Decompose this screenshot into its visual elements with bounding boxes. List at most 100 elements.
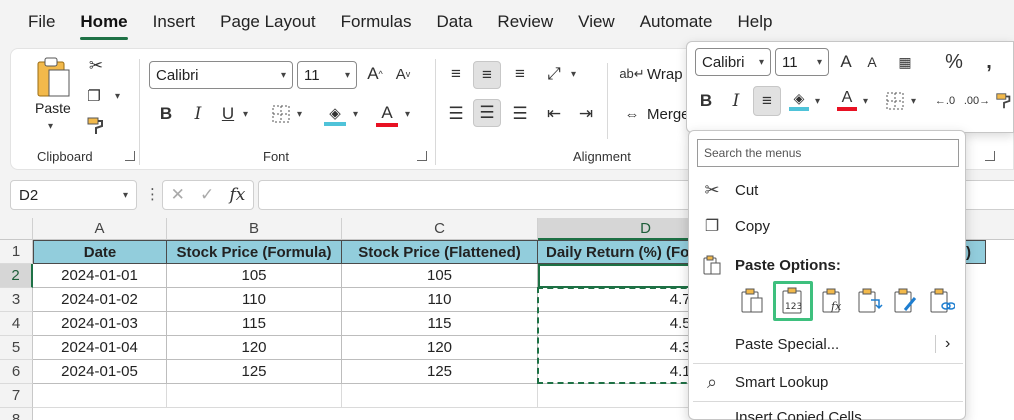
- font-color-icon[interactable]: A: [375, 101, 399, 129]
- mini-bold-button[interactable]: B: [695, 88, 717, 114]
- paste-button[interactable]: [31, 55, 77, 101]
- paste-dropdown-icon[interactable]: ▾: [48, 121, 53, 132]
- menu-item-cut[interactable]: ✂ Cut: [689, 175, 967, 205]
- table-cell[interactable]: 125: [342, 360, 538, 384]
- table-cell[interactable]: [33, 384, 167, 408]
- tab-data[interactable]: Data: [437, 12, 473, 36]
- column-header-b[interactable]: B: [167, 218, 342, 240]
- table-cell[interactable]: 2024-01-03: [33, 312, 167, 336]
- table-cell[interactable]: 120: [167, 336, 342, 360]
- table-cell[interactable]: 2024-01-01: [33, 264, 167, 288]
- mini-borders-dropdown-icon[interactable]: ▾: [911, 96, 916, 107]
- column-header-a[interactable]: A: [33, 218, 167, 240]
- header-cell-stock-flattened[interactable]: Stock Price (Flattened): [342, 240, 538, 264]
- menu-item-smart-lookup[interactable]: ⌕ Smart Lookup: [689, 367, 967, 397]
- header-cell-overflow[interactable]: ): [964, 240, 986, 264]
- increase-indent-icon[interactable]: ⇥: [573, 101, 599, 127]
- insert-function-button[interactable]: fx: [230, 185, 246, 205]
- table-cell[interactable]: 2024-01-05: [33, 360, 167, 384]
- mini-decrease-font-icon[interactable]: A: [861, 50, 883, 74]
- increase-font-icon[interactable]: A ^: [363, 61, 387, 87]
- tab-view[interactable]: View: [578, 12, 615, 36]
- menu-item-paste-special[interactable]: Paste Special... ›: [689, 329, 967, 359]
- column-header-c[interactable]: C: [342, 218, 538, 240]
- more-vertical-icon[interactable]: ⋮: [145, 185, 160, 203]
- cancel-icon[interactable]: ✕: [171, 185, 185, 205]
- paste-default-icon[interactable]: [737, 286, 767, 316]
- tab-review[interactable]: Review: [497, 12, 553, 36]
- menu-item-insert-copied-cells[interactable]: Insert Copied Cells: [689, 405, 967, 420]
- font-launcher-icon[interactable]: [417, 151, 427, 161]
- tab-home[interactable]: Home: [80, 12, 128, 40]
- font-name-combo[interactable]: Calibri ▾: [149, 61, 293, 89]
- mini-borders-icon[interactable]: [883, 88, 907, 114]
- table-cell[interactable]: 120: [342, 336, 538, 360]
- row-header-4[interactable]: 4: [0, 312, 33, 336]
- tab-automate[interactable]: Automate: [640, 12, 713, 36]
- mini-italic-button[interactable]: I: [725, 88, 747, 114]
- mini-increase-font-icon[interactable]: A: [835, 50, 857, 74]
- align-right-icon[interactable]: ☰: [507, 101, 533, 127]
- paste-link-icon[interactable]: [927, 286, 957, 316]
- table-cell[interactable]: 110: [167, 288, 342, 312]
- borders-icon[interactable]: [269, 101, 293, 127]
- table-cell[interactable]: 105: [167, 264, 342, 288]
- copy-dropdown-icon[interactable]: ▾: [115, 91, 120, 102]
- table-cell[interactable]: [167, 384, 342, 408]
- row-header-1[interactable]: 1: [0, 240, 33, 264]
- tab-insert[interactable]: Insert: [153, 12, 196, 36]
- align-left-icon[interactable]: ☰: [443, 101, 469, 127]
- mini-fill-color-icon[interactable]: ◈: [787, 86, 811, 114]
- header-cell-date[interactable]: Date: [33, 240, 167, 264]
- paste-transpose-icon[interactable]: [855, 286, 885, 316]
- row-header-3[interactable]: 3: [0, 288, 33, 312]
- tab-help[interactable]: Help: [737, 12, 772, 36]
- number-launcher-icon[interactable]: [985, 151, 995, 161]
- decrease-font-icon[interactable]: Av: [391, 61, 415, 87]
- table-cell[interactable]: 2024-01-04: [33, 336, 167, 360]
- underline-dropdown-icon[interactable]: ▾: [243, 109, 248, 120]
- mini-font-size-combo[interactable]: 11 ▾: [775, 48, 829, 76]
- wrap-text-icon[interactable]: ab↵: [619, 63, 644, 85]
- top-align-icon[interactable]: ≡: [443, 61, 469, 87]
- bottom-align-icon[interactable]: ≡: [507, 61, 533, 87]
- fill-color-icon[interactable]: ◈: [323, 101, 347, 129]
- table-cell[interactable]: 105: [342, 264, 538, 288]
- menu-item-copy[interactable]: ❐ Copy: [689, 211, 967, 241]
- tab-file[interactable]: File: [28, 12, 55, 36]
- table-cell[interactable]: [342, 384, 538, 408]
- middle-align-icon[interactable]: ≡: [473, 61, 501, 89]
- mini-font-name-combo[interactable]: Calibri ▾: [695, 48, 771, 76]
- table-cell[interactable]: 110: [342, 288, 538, 312]
- mini-font-color-icon[interactable]: A: [835, 86, 859, 114]
- paste-values-icon[interactable]: 123: [773, 281, 813, 321]
- orientation-icon[interactable]: ⤢: [541, 61, 567, 87]
- table-cell[interactable]: 125: [167, 360, 342, 384]
- menu-search-input[interactable]: Search the menus: [697, 139, 959, 167]
- decrease-indent-icon[interactable]: ⇤: [541, 101, 567, 127]
- align-center-icon[interactable]: ☰: [473, 99, 501, 127]
- clipboard-launcher-icon[interactable]: [125, 151, 135, 161]
- borders-dropdown-icon[interactable]: ▾: [297, 109, 302, 120]
- cut-icon[interactable]: ✂: [85, 55, 107, 77]
- underline-button[interactable]: U: [217, 101, 239, 127]
- table-cell[interactable]: 115: [342, 312, 538, 336]
- bold-button[interactable]: B: [155, 101, 177, 127]
- table-cell[interactable]: 2024-01-02: [33, 288, 167, 312]
- mini-format-painter-icon[interactable]: [993, 88, 1014, 114]
- mini-fill-dropdown-icon[interactable]: ▾: [815, 96, 820, 107]
- table-cell[interactable]: 115: [167, 312, 342, 336]
- fill-dropdown-icon[interactable]: ▾: [353, 109, 358, 120]
- mini-center-align-button[interactable]: ≡: [753, 86, 781, 116]
- mini-percent-icon[interactable]: %: [941, 50, 967, 74]
- font-color-dropdown-icon[interactable]: ▾: [405, 109, 410, 120]
- tab-formulas[interactable]: Formulas: [341, 12, 412, 36]
- wrap-text-label[interactable]: Wrap: [647, 66, 683, 83]
- row-header-7[interactable]: 7: [0, 384, 33, 408]
- check-icon[interactable]: ✓: [200, 185, 214, 205]
- copy-icon[interactable]: ❐: [83, 85, 105, 107]
- mini-decrease-decimal-icon[interactable]: ←.0: [931, 88, 959, 114]
- paste-formulas-icon[interactable]: fx: [819, 286, 849, 316]
- orientation-dropdown-icon[interactable]: ▾: [571, 69, 576, 80]
- header-cell-stock-formula[interactable]: Stock Price (Formula): [167, 240, 342, 264]
